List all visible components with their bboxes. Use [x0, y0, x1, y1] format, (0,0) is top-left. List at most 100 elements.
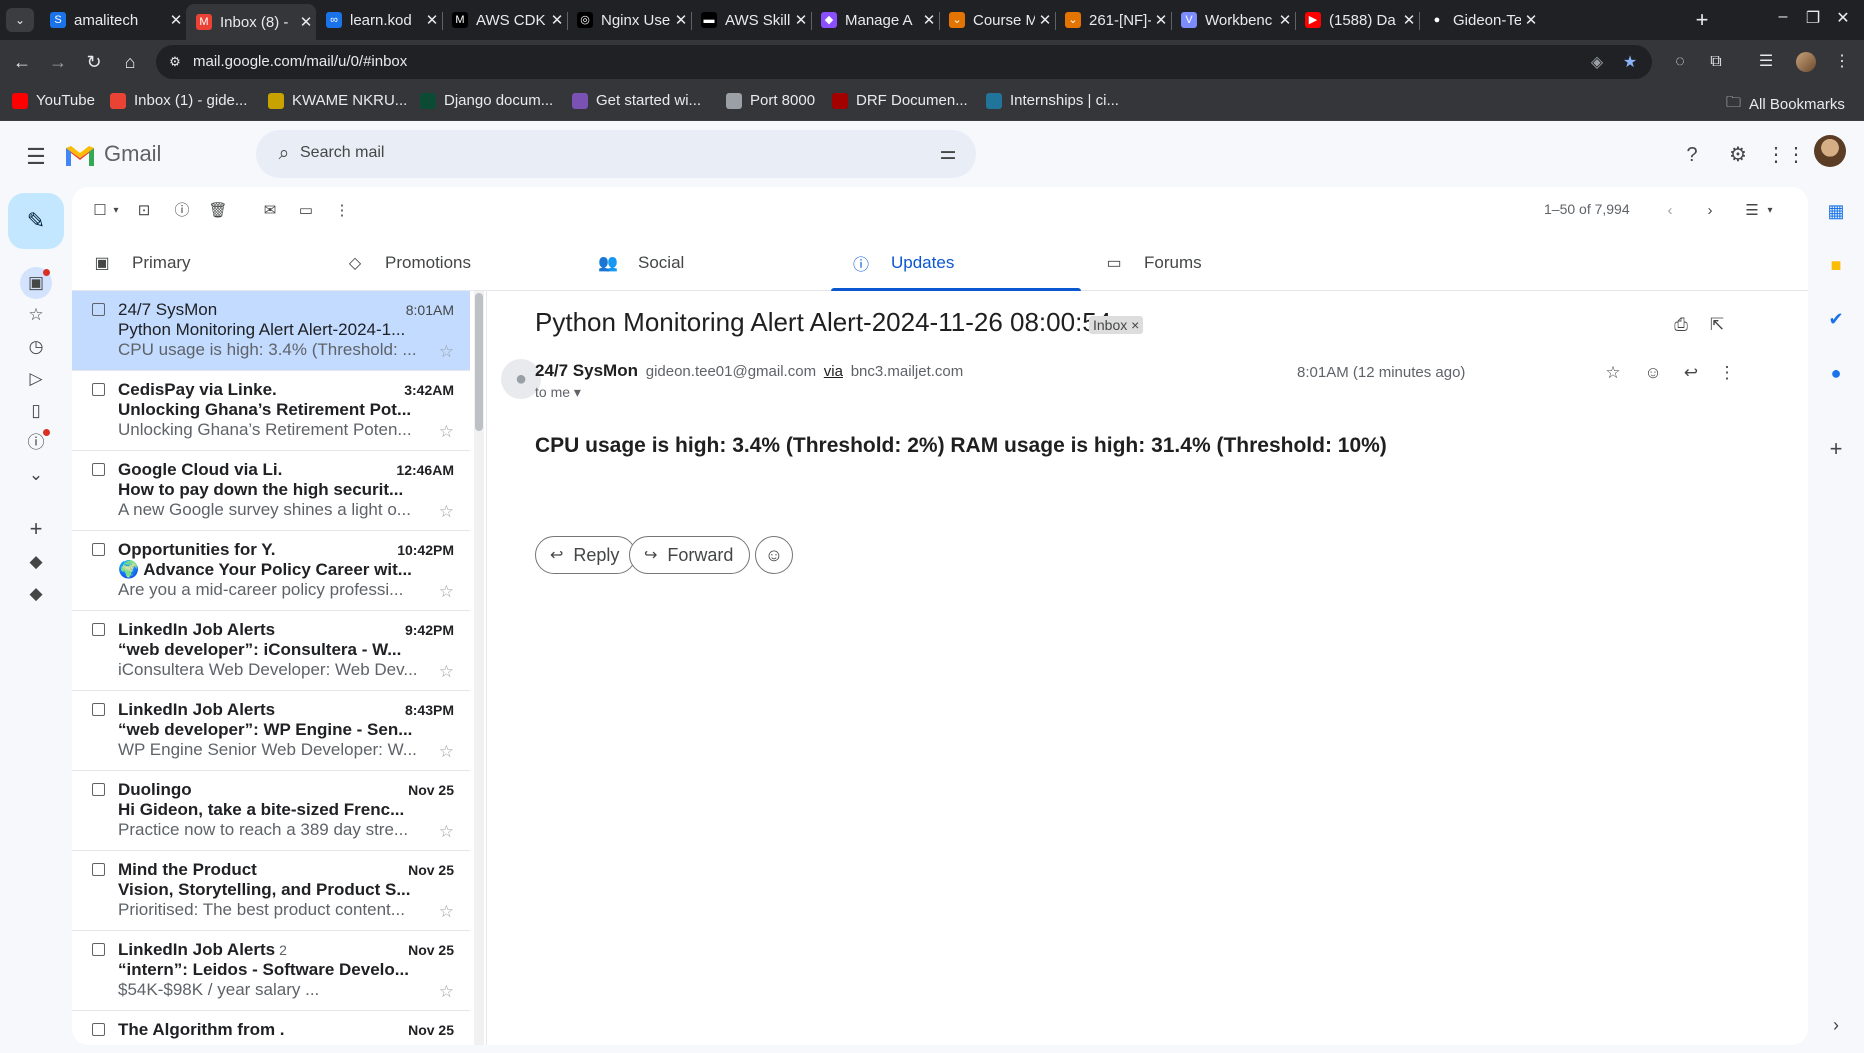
minimize-icon[interactable]: –: [1768, 8, 1798, 26]
calendar-icon[interactable]: ▦: [1822, 197, 1850, 225]
row-checkbox[interactable]: [92, 703, 105, 716]
emoji-react-icon[interactable]: ☺: [1639, 359, 1667, 387]
row-checkbox[interactable]: [92, 463, 105, 476]
browser-tab[interactable]: Samalitech ✕: [40, 4, 186, 36]
lens-icon[interactable]: ◈: [1586, 52, 1608, 74]
via-label[interactable]: via: [824, 363, 843, 380]
account-avatar[interactable]: [1814, 135, 1846, 167]
contacts-icon[interactable]: ●: [1822, 359, 1850, 387]
row-checkbox[interactable]: [92, 943, 105, 956]
help-icon[interactable]: ?: [1676, 139, 1708, 171]
search-bar[interactable]: ⌕ Search mail ⚌: [256, 130, 976, 178]
row-checkbox[interactable]: [92, 543, 105, 556]
starred-icon[interactable]: ☆: [20, 299, 52, 331]
inbox-icon[interactable]: ▣: [20, 267, 52, 299]
recipient-toggle[interactable]: to me ▾: [535, 384, 581, 401]
print-icon[interactable]: ⎙: [1667, 311, 1695, 339]
tab-promotions[interactable]: ◇ Promotions: [325, 235, 575, 291]
tab-close-icon[interactable]: ✕: [1151, 11, 1171, 29]
site-info-icon[interactable]: ⚙: [166, 53, 184, 71]
tab-primary[interactable]: ▣ Primary: [72, 235, 322, 291]
open-new-window-icon[interactable]: ⇱: [1703, 311, 1731, 339]
email-row[interactable]: 24/7 SysMon 8:01AM Python Monitoring Alert…: [72, 291, 470, 371]
email-row[interactable]: LinkedIn Job Alerts 8:43PM “web developer”…: [72, 691, 470, 771]
email-row[interactable]: LinkedIn Job Alerts 9:42PM “web developer”…: [72, 611, 470, 691]
row-star-icon[interactable]: ☆: [439, 742, 454, 762]
new-tab-button[interactable]: +: [1688, 6, 1716, 34]
row-star-icon[interactable]: ☆: [439, 662, 454, 682]
tab-social[interactable]: 👥 Social: [578, 235, 828, 291]
row-checkbox[interactable]: [92, 383, 105, 396]
keep-icon[interactable]: ■: [1822, 251, 1850, 279]
browser-tab[interactable]: ⌄ Course M ✕: [939, 4, 1055, 36]
newer-icon[interactable]: ›: [1698, 199, 1722, 223]
browser-tab[interactable]: M Inbox (8) - ✕: [186, 4, 316, 40]
spam-icon[interactable]: ⓘ: [20, 427, 52, 459]
browser-tab[interactable]: ▶ (1588) Da ✕: [1295, 4, 1419, 36]
browser-tab[interactable]: ⌄ 261-[NF]- ✕: [1055, 4, 1171, 36]
row-checkbox[interactable]: [92, 1023, 105, 1036]
browser-menu-icon[interactable]: ⋮: [1828, 48, 1856, 76]
row-star-icon[interactable]: ☆: [439, 502, 454, 522]
compose-button[interactable]: ✎: [8, 193, 64, 249]
reload-icon[interactable]: ↻: [80, 48, 108, 76]
tab-close-icon[interactable]: ✕: [547, 11, 567, 29]
all-bookmarks[interactable]: 🗀 All Bookmarks: [1726, 92, 1845, 117]
bookmark-item[interactable]: DRF Documen...: [832, 92, 968, 109]
profile-avatar[interactable]: [1796, 52, 1816, 72]
row-star-icon[interactable]: ☆: [439, 822, 454, 842]
row-star-icon[interactable]: ☆: [439, 342, 454, 362]
row-checkbox[interactable]: [92, 623, 105, 636]
browser-tab[interactable]: ∞ learn.kod ✕: [316, 4, 442, 36]
forward-button[interactable]: ↪ Forward: [629, 536, 751, 574]
delete-icon[interactable]: 🗑: [206, 199, 230, 223]
row-star-icon[interactable]: ☆: [439, 582, 454, 602]
extension-circle-icon[interactable]: ◌: [1666, 48, 1694, 76]
back-icon[interactable]: ←: [8, 48, 36, 76]
browser-tab[interactable]: ◆ Manage A ✕: [811, 4, 939, 36]
close-window-icon[interactable]: ✕: [1828, 8, 1858, 28]
tab-updates[interactable]: ⓘ Updates: [831, 235, 1081, 291]
star-icon[interactable]: ☆: [1599, 359, 1627, 387]
reply-button[interactable]: ↩ Reply: [535, 536, 637, 574]
bookmark-item[interactable]: Django docum...: [420, 92, 553, 109]
add-label-icon[interactable]: +: [20, 513, 52, 545]
tab-close-icon[interactable]: ✕: [1521, 11, 1541, 29]
tab-close-icon[interactable]: ✕: [919, 11, 939, 29]
sent-icon[interactable]: ▷: [20, 363, 52, 395]
home-icon[interactable]: ⌂: [116, 48, 144, 76]
bookmark-item[interactable]: Get started wi...: [572, 92, 701, 109]
browser-tab[interactable]: ● Gideon-Te ✕: [1419, 4, 1541, 36]
row-star-icon[interactable]: ☆: [439, 902, 454, 922]
browser-tab[interactable]: ▬ AWS Skill ✕: [691, 4, 811, 36]
tab-close-icon[interactable]: ✕: [422, 11, 442, 29]
email-row[interactable]: Mind the Product Nov 25 Vision, Storytelli…: [72, 851, 470, 931]
tab-close-icon[interactable]: ✕: [1399, 11, 1419, 29]
search-icon[interactable]: ⌕: [272, 142, 296, 166]
row-star-icon[interactable]: ☆: [439, 982, 454, 1002]
row-checkbox[interactable]: [92, 783, 105, 796]
email-row[interactable]: Duolingo Nov 25 Hi Gideon, take a bite-siz…: [72, 771, 470, 851]
tab-close-icon[interactable]: ✕: [166, 11, 186, 29]
tab-search-button[interactable]: ⌄: [6, 8, 34, 32]
row-checkbox[interactable]: [92, 303, 105, 316]
search-input[interactable]: Search mail: [300, 144, 384, 162]
inbox-label-chip[interactable]: Inbox ×: [1089, 316, 1144, 334]
list-scroll-thumb[interactable]: [475, 293, 483, 431]
search-options-icon[interactable]: ⚌: [936, 142, 960, 166]
email-row[interactable]: LinkedIn Job Alerts 2 Nov 25 “intern”: Leid…: [72, 931, 470, 1011]
address-bar[interactable]: ⚙ mail.google.com/mail/u/0/#inbox ◈ ★: [156, 45, 1652, 79]
more-actions-icon[interactable]: ⋮: [330, 199, 354, 223]
browser-tab[interactable]: V Workbenc ✕: [1171, 4, 1295, 36]
move-to-icon[interactable]: ▭: [294, 199, 318, 223]
report-spam-icon[interactable]: ⓘ: [170, 199, 194, 223]
archive-icon[interactable]: ⊡: [132, 199, 156, 223]
tab-close-icon[interactable]: ✕: [296, 13, 316, 31]
tab-forums[interactable]: ▭ Forums: [1084, 235, 1334, 291]
email-row[interactable]: Opportunities for Y. 10:42PM 🌍 Advance You…: [72, 531, 470, 611]
tasks-icon[interactable]: ✔: [1822, 305, 1850, 333]
tab-close-icon[interactable]: ✕: [1275, 11, 1295, 29]
tab-close-icon[interactable]: ✕: [791, 11, 811, 29]
bookmark-item[interactable]: Inbox (1) - gide...: [110, 92, 247, 109]
email-row[interactable]: CedisPay via Linke. 3:42AM Unlocking Ghana…: [72, 371, 470, 451]
